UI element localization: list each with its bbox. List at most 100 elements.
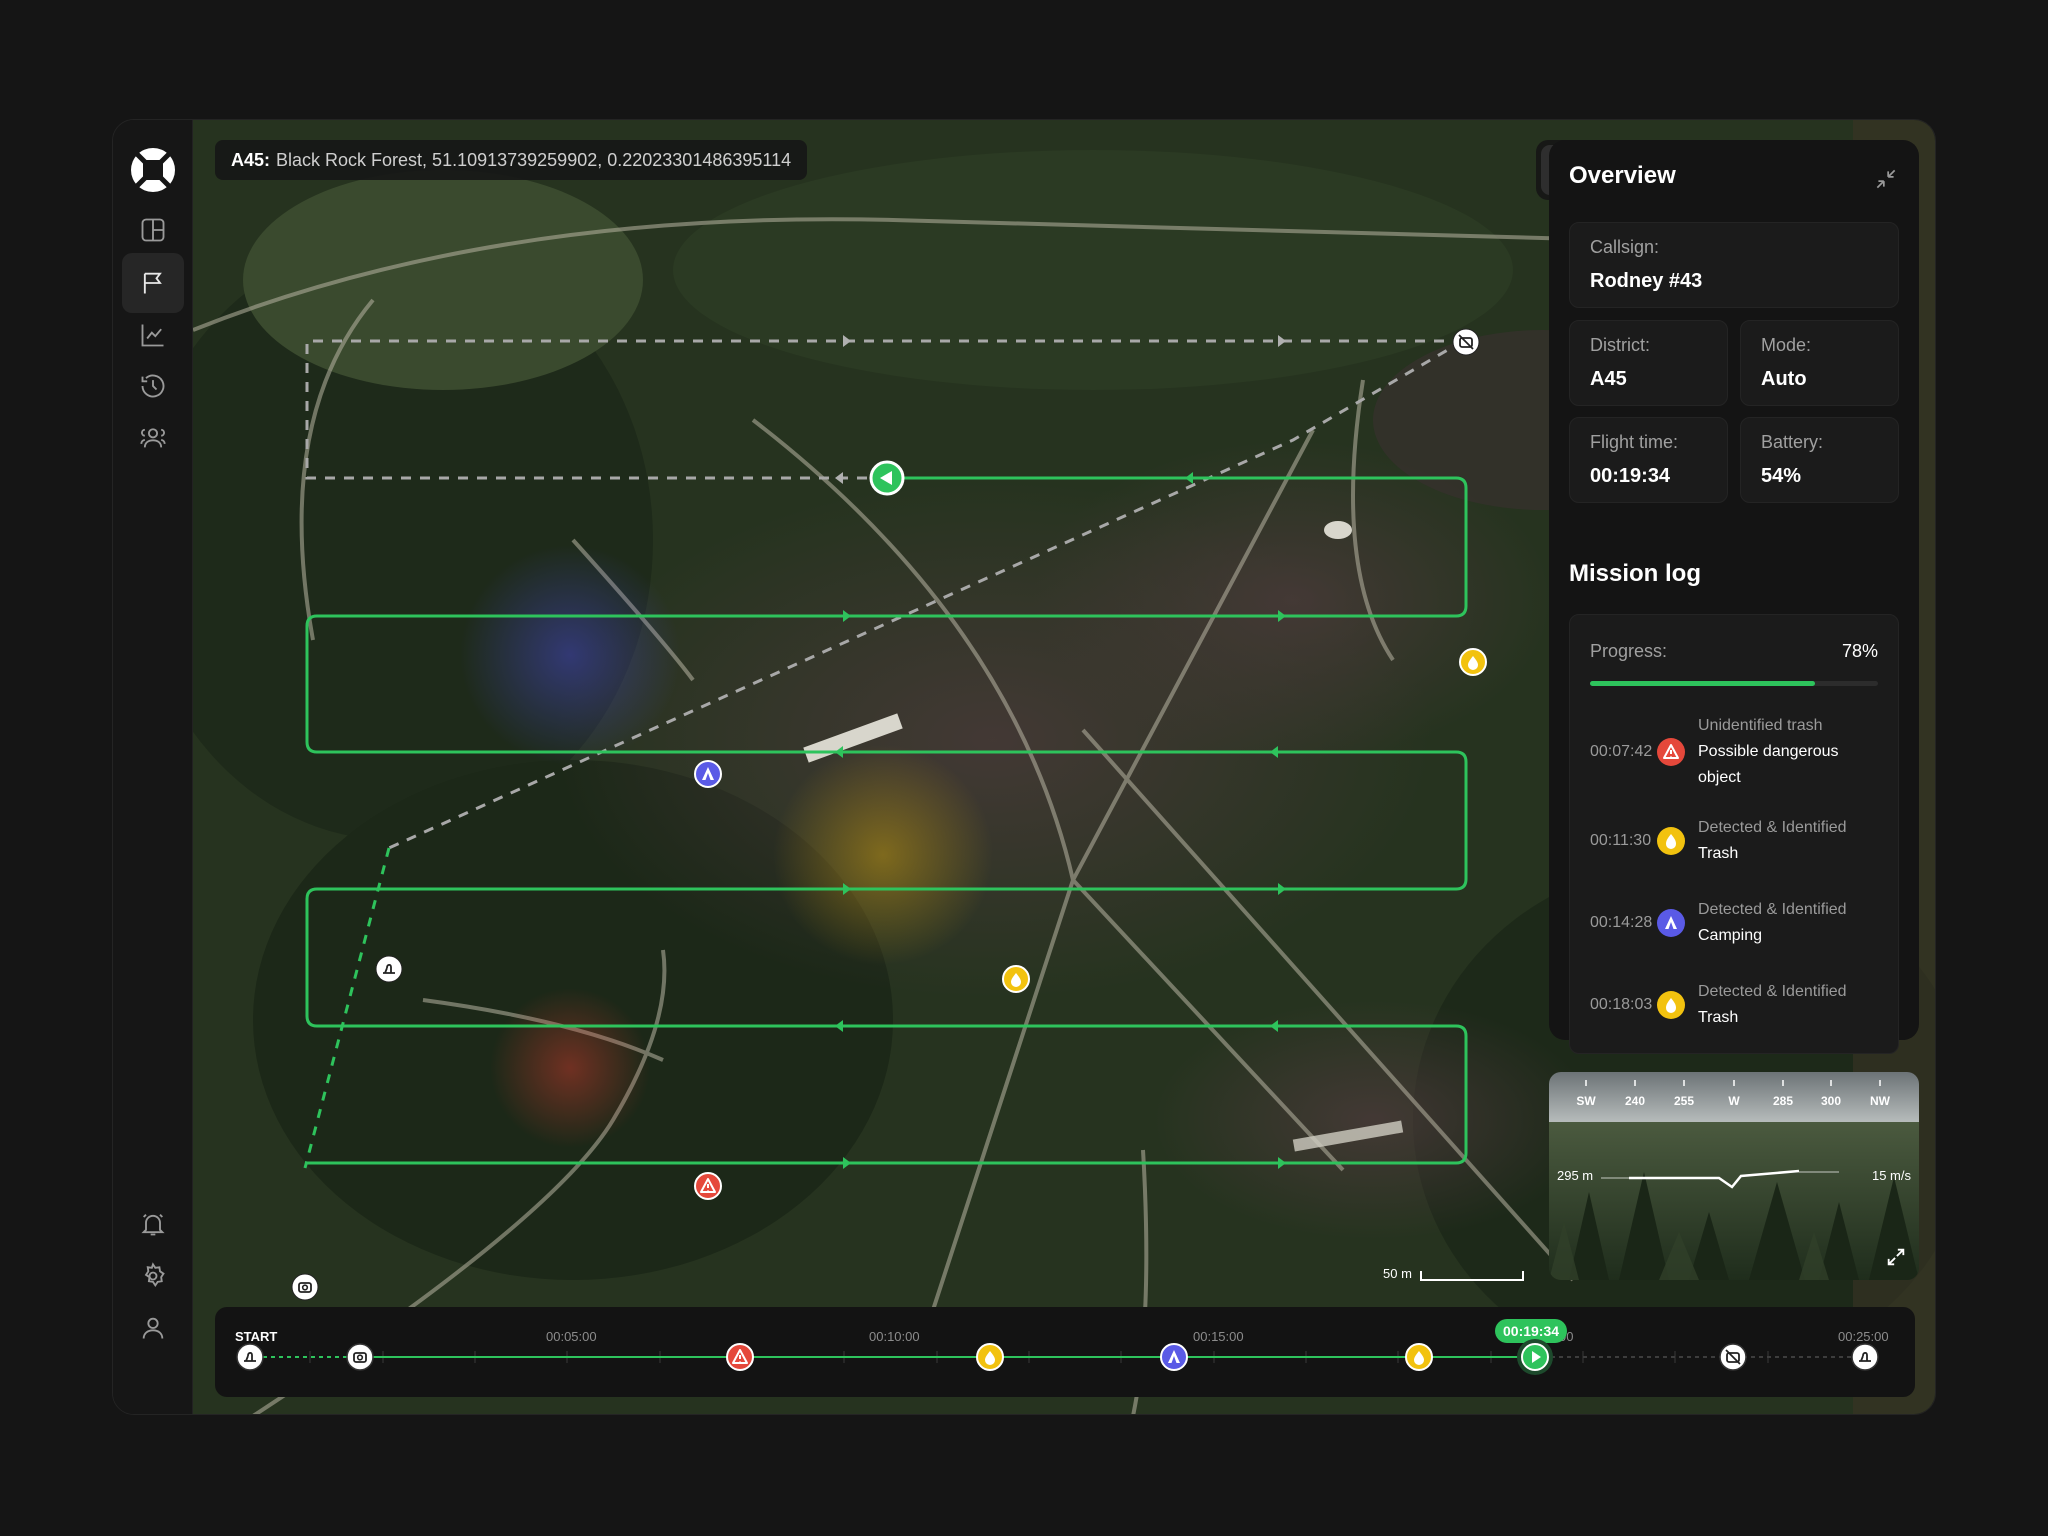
district-code: A45:	[231, 149, 271, 170]
overview-title: Overview	[1569, 162, 1676, 189]
photo-event-icon[interactable]	[345, 1342, 375, 1372]
log-time: 00:11:30	[1590, 832, 1652, 849]
app-logo[interactable]	[127, 144, 179, 196]
camping-marker[interactable]	[693, 759, 723, 789]
compass-label: SW	[1576, 1094, 1596, 1108]
trash-event-icon[interactable]	[1404, 1342, 1434, 1372]
layout-icon	[141, 218, 165, 242]
compass-label: 300	[1820, 1094, 1842, 1108]
altitude-readout: 295 m	[1557, 1168, 1594, 1183]
mode-label: Mode:	[1761, 335, 1812, 355]
mission-log-card: Progress: 78% 00:07:42 Unidentified tras…	[1569, 614, 1899, 1054]
drone-position-marker[interactable]	[869, 460, 905, 496]
mode-value: Auto	[1761, 368, 1807, 390]
user-icon	[142, 1317, 164, 1339]
location-text: Black Rock Forest, 51.10913739259902, 0.…	[276, 149, 792, 170]
camping-event-icon[interactable]	[1159, 1342, 1189, 1372]
danger-event-icon[interactable]	[725, 1342, 755, 1372]
landing-event-icon[interactable]	[1850, 1342, 1880, 1372]
camera-point-marker[interactable]	[290, 1272, 320, 1302]
sidebar-item-team[interactable]	[122, 408, 184, 468]
compass-label: 285	[1772, 1094, 1794, 1108]
camera-off-point-marker[interactable]	[1451, 327, 1481, 357]
trash-event-icon[interactable]	[975, 1342, 1005, 1372]
flight-time-value: 00:19:34	[1590, 465, 1671, 487]
log-time: 00:18:03	[1590, 996, 1653, 1013]
warning-icon	[1657, 738, 1685, 766]
speed-readout: 15 m/s	[1871, 1168, 1911, 1183]
sidebar	[113, 120, 193, 1414]
timeline-track	[263, 1343, 1865, 1371]
expand-icon[interactable]	[1885, 1246, 1907, 1268]
log-time: 00:07:42	[1590, 743, 1653, 760]
log-entry[interactable]: 00:14:28 Detected & Identified Camping	[1590, 897, 1888, 949]
log-entry[interactable]: 00:11:30 Detected & Identified Trash	[1590, 815, 1888, 867]
chart-icon	[141, 324, 164, 347]
log-entry[interactable]: 00:18:03 Detected & Identified Trash	[1590, 979, 1888, 1031]
scale-label: 50 m	[1383, 1266, 1412, 1281]
callsign-value: Rodney #43	[1590, 270, 1703, 292]
progress-label: Progress:	[1590, 641, 1668, 661]
progress-bar	[1590, 681, 1878, 686]
gear-icon	[144, 1262, 165, 1288]
log-entry[interactable]: 00:07:42 Unidentified trash Possible dan…	[1590, 713, 1888, 791]
log-title: Detected & Identified	[1698, 819, 1847, 836]
sidebar-item-missions[interactable]	[122, 253, 184, 313]
flight-time-card: Flight time: 00:19:34	[1569, 417, 1728, 503]
collapse-icon[interactable]	[1873, 166, 1899, 192]
sidebar-item-notifications[interactable]	[122, 1194, 184, 1254]
log-detail: Possible dangerous	[1698, 743, 1839, 760]
playhead-play-icon[interactable]	[1516, 1338, 1554, 1376]
overview-panel: Overview Callsign: Rodney #43 District: …	[1549, 140, 1919, 1054]
log-detail: Trash	[1698, 845, 1739, 862]
log-detail: Trash	[1698, 1009, 1739, 1026]
compass-label: NW	[1870, 1094, 1890, 1108]
compass-label: 255	[1673, 1094, 1695, 1108]
danger-marker[interactable]	[693, 1171, 723, 1201]
log-title: Detected & Identified	[1698, 983, 1847, 1000]
mode-card: Mode: Auto	[1740, 320, 1899, 406]
mission-timeline[interactable]: START 00:05:00 00:10:00 00:15:00 00 00:2…	[215, 1307, 1915, 1397]
launch-event-icon[interactable]	[235, 1342, 265, 1372]
flag-icon	[143, 272, 162, 294]
history-icon	[141, 374, 165, 398]
app-window: A45: Black Rock Forest, 51.1091373925990…	[112, 119, 1936, 1415]
bell-icon	[141, 1214, 165, 1236]
map-scale: 50 m	[1383, 1266, 1524, 1281]
camera-off-event-icon[interactable]	[1718, 1342, 1748, 1372]
district-label: District:	[1590, 335, 1650, 355]
log-detail: Camping	[1698, 927, 1763, 944]
location-breadcrumb: A45: Black Rock Forest, 51.1091373925990…	[215, 140, 808, 180]
battery-card: Battery: 54%	[1740, 417, 1899, 503]
log-detail: object	[1698, 769, 1741, 786]
trash-icon	[1657, 827, 1685, 855]
progress-value: 78%	[1841, 641, 1878, 661]
progress-bar-fill	[1590, 681, 1815, 686]
mission-log-title: Mission log	[1569, 560, 1701, 587]
trash-marker[interactable]	[1001, 964, 1031, 994]
battery-value: 54%	[1761, 465, 1802, 487]
log-time: 00:14:28	[1590, 914, 1653, 931]
trash-icon	[1657, 991, 1685, 1019]
callsign-card: Callsign: Rodney #43	[1569, 222, 1899, 308]
sidebar-item-profile[interactable]	[122, 1298, 184, 1358]
launch-point-marker[interactable]	[374, 954, 404, 984]
compass-label: 240	[1624, 1094, 1646, 1108]
district-card: District: A45	[1569, 320, 1728, 406]
users-icon	[140, 428, 166, 448]
flight-time-label: Flight time:	[1590, 432, 1679, 452]
log-title: Unidentified trash	[1698, 717, 1823, 734]
sidebar-item-dashboard[interactable]	[122, 200, 184, 260]
scale-bar	[1419, 1271, 1524, 1281]
progress-row: Progress: 78%	[1590, 641, 1878, 662]
sidebar-item-settings[interactable]	[122, 1246, 184, 1306]
log-title: Detected & Identified	[1698, 901, 1847, 918]
district-value: A45	[1590, 368, 1627, 390]
battery-label: Battery:	[1761, 432, 1824, 452]
compass-label: W	[1728, 1094, 1740, 1108]
camping-icon	[1657, 909, 1685, 937]
callsign-label: Callsign:	[1590, 237, 1660, 257]
camera-feed[interactable]: SW 240 255 W 285 300 NW 295 m 15 m/s	[1549, 1072, 1919, 1280]
sidebar-item-history[interactable]	[122, 356, 184, 416]
trash-marker[interactable]	[1458, 647, 1488, 677]
